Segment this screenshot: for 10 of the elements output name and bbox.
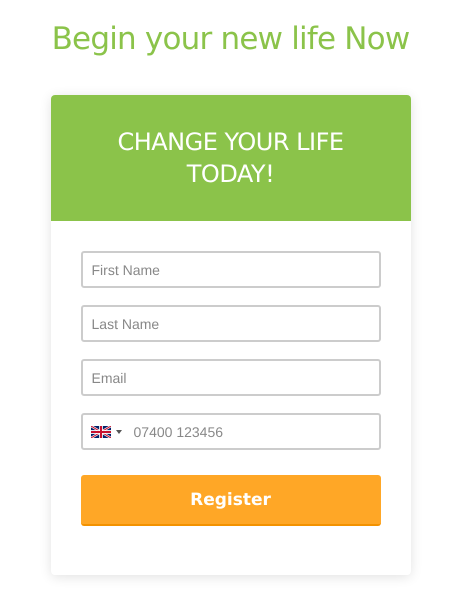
caret-icon	[116, 430, 122, 434]
input-field[interactable]: Last Name	[80, 305, 380, 342]
card-title: CHANGE YOUR LIFE TODAY!	[116, 127, 345, 190]
phone-field[interactable]: 07400 123456	[80, 413, 380, 450]
register-button[interactable]: Register	[80, 475, 380, 526]
input-field[interactable]: Email	[80, 359, 380, 396]
input-field[interactable]: First Name	[80, 251, 380, 288]
page-headline: Begin your new life Now	[52, 20, 410, 59]
flag-icon	[90, 426, 110, 438]
phone-input[interactable]: 07400 123456	[130, 415, 378, 448]
